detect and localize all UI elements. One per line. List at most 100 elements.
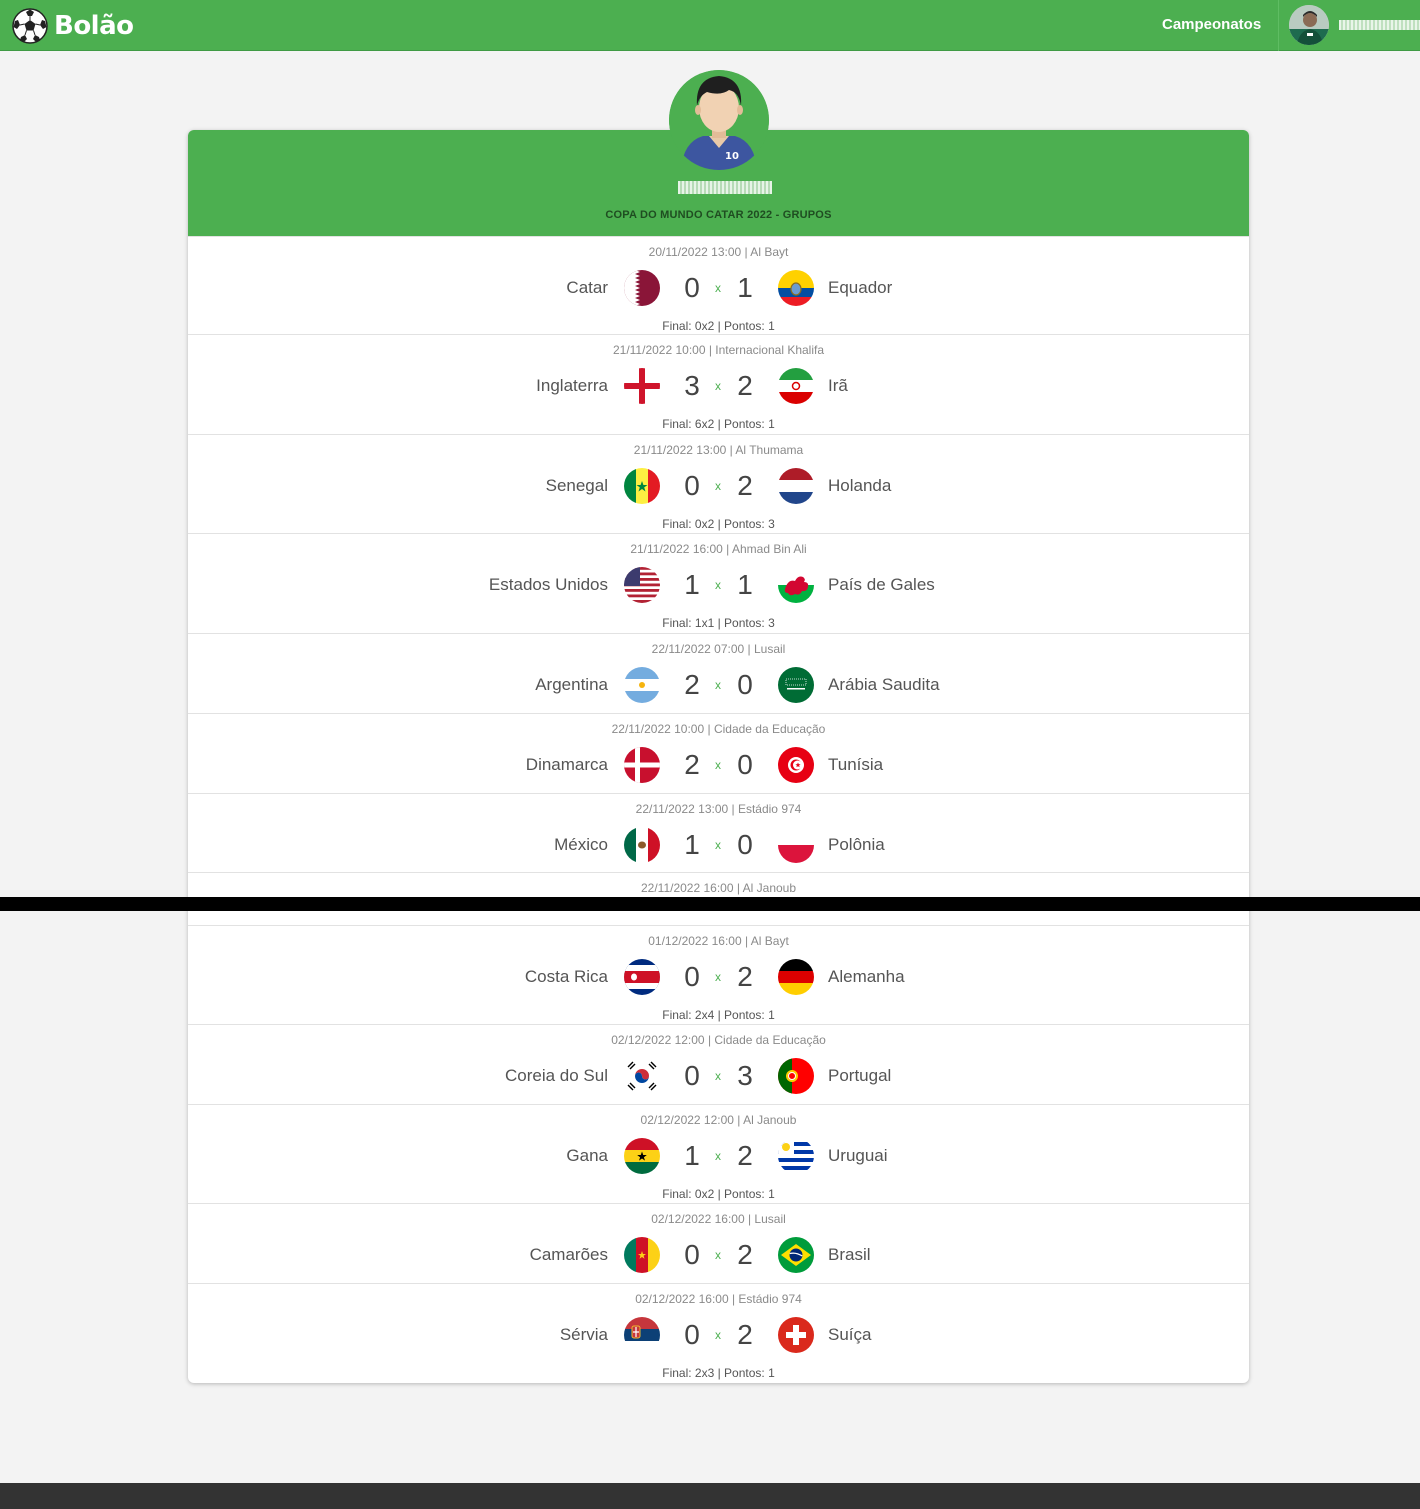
jersey-number: 10 xyxy=(725,151,739,162)
match-result-points: Final: 0x2 | Pontos: 1 xyxy=(662,1187,775,1201)
user-name-redacted[interactable] xyxy=(1339,20,1420,30)
versus-separator: x xyxy=(715,1069,721,1083)
away-team-name: Polônia xyxy=(828,835,885,854)
match-date-venue: 22/11/2022 13:00 | Estádio 974 xyxy=(635,802,802,816)
switzerland-flag-icon xyxy=(778,1317,814,1353)
home-score[interactable]: 2 xyxy=(677,749,707,781)
versus-separator: x xyxy=(715,1248,721,1262)
away-score[interactable]: 2 xyxy=(730,470,760,502)
portugal-flag-icon xyxy=(778,1058,814,1094)
match-row[interactable]: 21/11/2022 16:00 | Ahmad Bin Ali Estados … xyxy=(188,533,1249,633)
home-score[interactable]: 0 xyxy=(677,470,707,502)
home-score[interactable]: 1 xyxy=(677,569,707,601)
match-date-venue: 21/11/2022 16:00 | Ahmad Bin Ali xyxy=(630,542,807,556)
away-score[interactable]: 1 xyxy=(730,569,760,601)
home-score[interactable]: 0 xyxy=(677,1060,707,1092)
versus-separator: x xyxy=(715,281,721,295)
away-team-name: Portugal xyxy=(828,1066,892,1085)
qatar-flag-icon xyxy=(624,270,660,306)
user-avatar[interactable] xyxy=(1289,5,1329,45)
match-row[interactable]: 20/11/2022 13:00 | Al Bayt Catar 0 x 1 Equado… xyxy=(188,236,1249,334)
away-score[interactable]: 2 xyxy=(730,1319,760,1351)
profile-name-redacted xyxy=(678,181,772,194)
away-team-name: Equador xyxy=(828,278,893,297)
match-row[interactable]: 02/12/2022 12:00 | Al Janoub Gana 1 x 2 Urugu… xyxy=(188,1104,1249,1203)
iran-flag-icon xyxy=(778,368,814,404)
match-row[interactable]: 22/11/2022 07:00 | Lusail Argentina 2 x 0 Ará… xyxy=(188,633,1249,713)
away-score[interactable]: 3 xyxy=(730,1060,760,1092)
home-team-name: Sérvia xyxy=(559,1325,608,1344)
match-date-venue: 21/11/2022 13:00 | Al Thumama xyxy=(633,443,804,457)
versus-separator: x xyxy=(715,479,721,493)
match-row[interactable]: 01/12/2022 16:00 | Al Bayt Costa Rica 0 x 2 A… xyxy=(188,925,1249,1024)
home-team-name: Catar xyxy=(566,278,608,297)
home-team-name: Gana xyxy=(566,1146,608,1165)
ghana-flag-icon xyxy=(624,1138,660,1174)
away-score[interactable]: 1 xyxy=(730,272,760,304)
germany-flag-icon xyxy=(778,959,814,995)
home-score[interactable]: 0 xyxy=(677,961,707,993)
away-score[interactable]: 2 xyxy=(730,1239,760,1271)
match-row[interactable]: 02/12/2022 16:00 | Lusail Camarões 0 x 2 Bras… xyxy=(188,1203,1249,1283)
away-score[interactable]: 0 xyxy=(730,749,760,781)
match-date-venue: 22/11/2022 07:00 | Lusail xyxy=(651,642,786,656)
match-date-venue: 02/12/2022 16:00 | Lusail xyxy=(651,1212,786,1226)
soccer-ball-icon xyxy=(12,8,48,44)
match-date-venue: 20/11/2022 13:00 | Al Bayt xyxy=(648,245,789,259)
wales-flag-icon xyxy=(778,567,814,603)
home-score[interactable]: 0 xyxy=(677,1239,707,1271)
brand-name: Bolão xyxy=(54,11,134,41)
saudi-arabia-flag-icon xyxy=(778,667,814,703)
match-date-venue: 01/12/2022 16:00 | Al Bayt xyxy=(648,934,789,948)
away-team-name: Irã xyxy=(828,376,848,395)
away-team-name: Tunísia xyxy=(828,755,884,774)
cameroon-flag-icon xyxy=(624,1237,660,1273)
versus-separator: x xyxy=(715,678,721,692)
brand-logo[interactable]: Bolão xyxy=(12,7,134,45)
home-score[interactable]: 0 xyxy=(677,272,707,304)
versus-separator: x xyxy=(715,1149,721,1163)
match-row[interactable]: 02/12/2022 16:00 | Estádio 974 Sérvia 0 x 2 S… xyxy=(188,1283,1249,1383)
screenshot-split-bar xyxy=(0,897,1420,911)
away-team-name: Uruguai xyxy=(828,1146,888,1165)
match-date-venue: 21/11/2022 10:00 | Internacional Khalifa xyxy=(612,343,825,357)
match-row[interactable]: 02/12/2022 12:00 | Cidade da Educação Cor… xyxy=(188,1024,1249,1104)
away-score[interactable]: 2 xyxy=(730,961,760,993)
match-row[interactable]: 21/11/2022 10:00 | Internacional Khalifa… xyxy=(188,334,1249,434)
home-team-name: Senegal xyxy=(545,476,608,495)
away-team-name: Brasil xyxy=(828,1245,871,1264)
match-result-points: Final: 2x4 | Pontos: 1 xyxy=(662,1008,775,1022)
home-score[interactable]: 1 xyxy=(677,829,707,861)
south-korea-flag-icon xyxy=(624,1058,660,1094)
versus-separator: x xyxy=(715,379,721,393)
netherlands-flag-icon xyxy=(778,468,814,504)
home-team-name: Inglaterra xyxy=(536,376,608,395)
match-row[interactable]: 22/11/2022 13:00 | Estádio 974 México 1 x 0 P… xyxy=(188,793,1249,872)
top-navbar: Bolão Campeonatos xyxy=(0,0,1420,51)
home-score[interactable]: 1 xyxy=(677,1140,707,1172)
brazil-flag-icon xyxy=(778,1237,814,1273)
match-row[interactable]: 21/11/2022 13:00 | Al Thumama Senegal 0 x 2 H… xyxy=(188,434,1249,533)
match-result-points: Final: 0x2 | Pontos: 3 xyxy=(662,517,775,531)
match-result-points: Final: 2x3 | Pontos: 1 xyxy=(662,1366,775,1380)
user-photo-icon xyxy=(1289,5,1329,45)
uruguay-flag-icon xyxy=(778,1138,814,1174)
away-score[interactable]: 0 xyxy=(730,669,760,701)
away-team-name: Alemanha xyxy=(828,967,905,986)
costa-rica-flag-icon xyxy=(624,959,660,995)
away-score[interactable]: 2 xyxy=(730,370,760,402)
away-team-name: País de Gales xyxy=(828,575,935,594)
home-score[interactable]: 3 xyxy=(677,370,707,402)
mexico-flag-icon xyxy=(624,827,660,863)
argentina-flag-icon xyxy=(624,667,660,703)
home-score[interactable]: 2 xyxy=(677,669,707,701)
senegal-flag-icon xyxy=(624,468,660,504)
match-result-points: Final: 0x2 | Pontos: 1 xyxy=(662,319,775,333)
home-score[interactable]: 0 xyxy=(677,1319,707,1351)
away-score[interactable]: 2 xyxy=(730,1140,760,1172)
match-result-points: Final: 1x1 | Pontos: 3 xyxy=(662,616,775,630)
serbia-flag-icon xyxy=(624,1317,660,1353)
away-score[interactable]: 0 xyxy=(730,829,760,861)
nav-campeonatos[interactable]: Campeonatos xyxy=(1162,16,1261,33)
match-row[interactable]: 22/11/2022 10:00 | Cidade da Educação Din… xyxy=(188,713,1249,793)
